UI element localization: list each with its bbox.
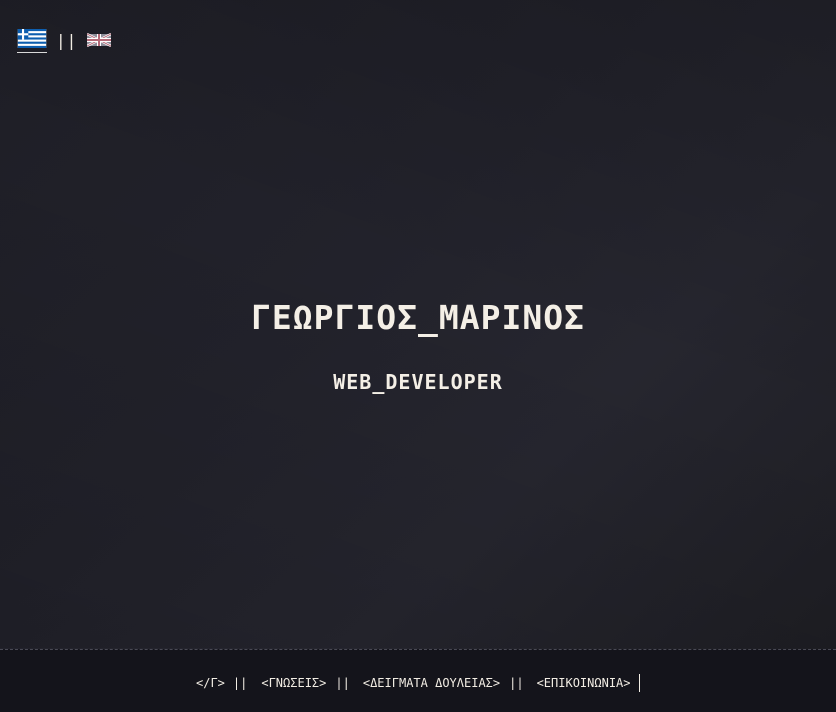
nav-logo-link[interactable]: </Γ> xyxy=(196,676,225,690)
nav-separator: || xyxy=(509,676,524,690)
nav-item-skills[interactable]: <ΓΝΩΣΕΙΣ> xyxy=(261,676,326,690)
nav-item-contact[interactable]: <ΕΠΙΚΟΙΝΩΝΙΑ> xyxy=(537,676,631,690)
nav-separator: || xyxy=(335,676,350,690)
language-separator: || xyxy=(56,30,78,50)
main-nav: </Γ> || <ΓΝΩΣΕΙΣ> || <ΔΕΙΓΜΑΤΑ ΔΟΥΛΕΙΑΣ>… xyxy=(196,674,640,692)
page: || ΓΕΩΡΓΙΟΣ_ΜΑΡΙΝΟΣ WEB_DEVELOPER </Γ> |… xyxy=(0,0,836,712)
footer-nav-bar: </Γ> || <ΓΝΩΣΕΙΣ> || <ΔΕΙΓΜΑΤΑ ΔΟΥΛΕΙΑΣ>… xyxy=(0,649,836,712)
greek-flag-icon[interactable] xyxy=(17,29,47,53)
uk-flag-icon[interactable] xyxy=(87,33,112,47)
hero-name: ΓΕΩΡΓΙΟΣ_ΜΑΡΙΝΟΣ xyxy=(251,298,585,337)
nav-item-portfolio[interactable]: <ΔΕΙΓΜΑΤΑ ΔΟΥΛΕΙΑΣ> xyxy=(363,676,500,690)
language-switcher: || xyxy=(17,29,112,53)
nav-separator: || xyxy=(232,676,248,690)
text-cursor xyxy=(638,674,640,692)
hero-title: WEB_DEVELOPER xyxy=(333,370,503,394)
